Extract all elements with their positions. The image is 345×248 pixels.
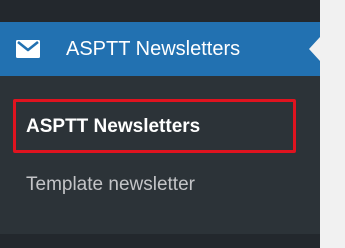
- highlight-box: [13, 99, 296, 153]
- envelope-icon: [16, 40, 40, 58]
- screenshot-root: ASPTT Newsletters ASPTT Newsletters Temp…: [0, 0, 345, 248]
- current-menu-arrow: [309, 37, 320, 61]
- admin-sidebar: ASPTT Newsletters ASPTT Newsletters Temp…: [0, 0, 320, 248]
- content-area-edge: [320, 0, 345, 248]
- submenu-bottom: [0, 234, 320, 248]
- submenu-item-template-newsletter[interactable]: Template newsletter: [26, 174, 195, 196]
- menu-item-aspttnewsletters[interactable]: ASPTT Newsletters: [0, 22, 320, 76]
- menu-item-label: ASPTT Newsletters: [66, 38, 241, 60]
